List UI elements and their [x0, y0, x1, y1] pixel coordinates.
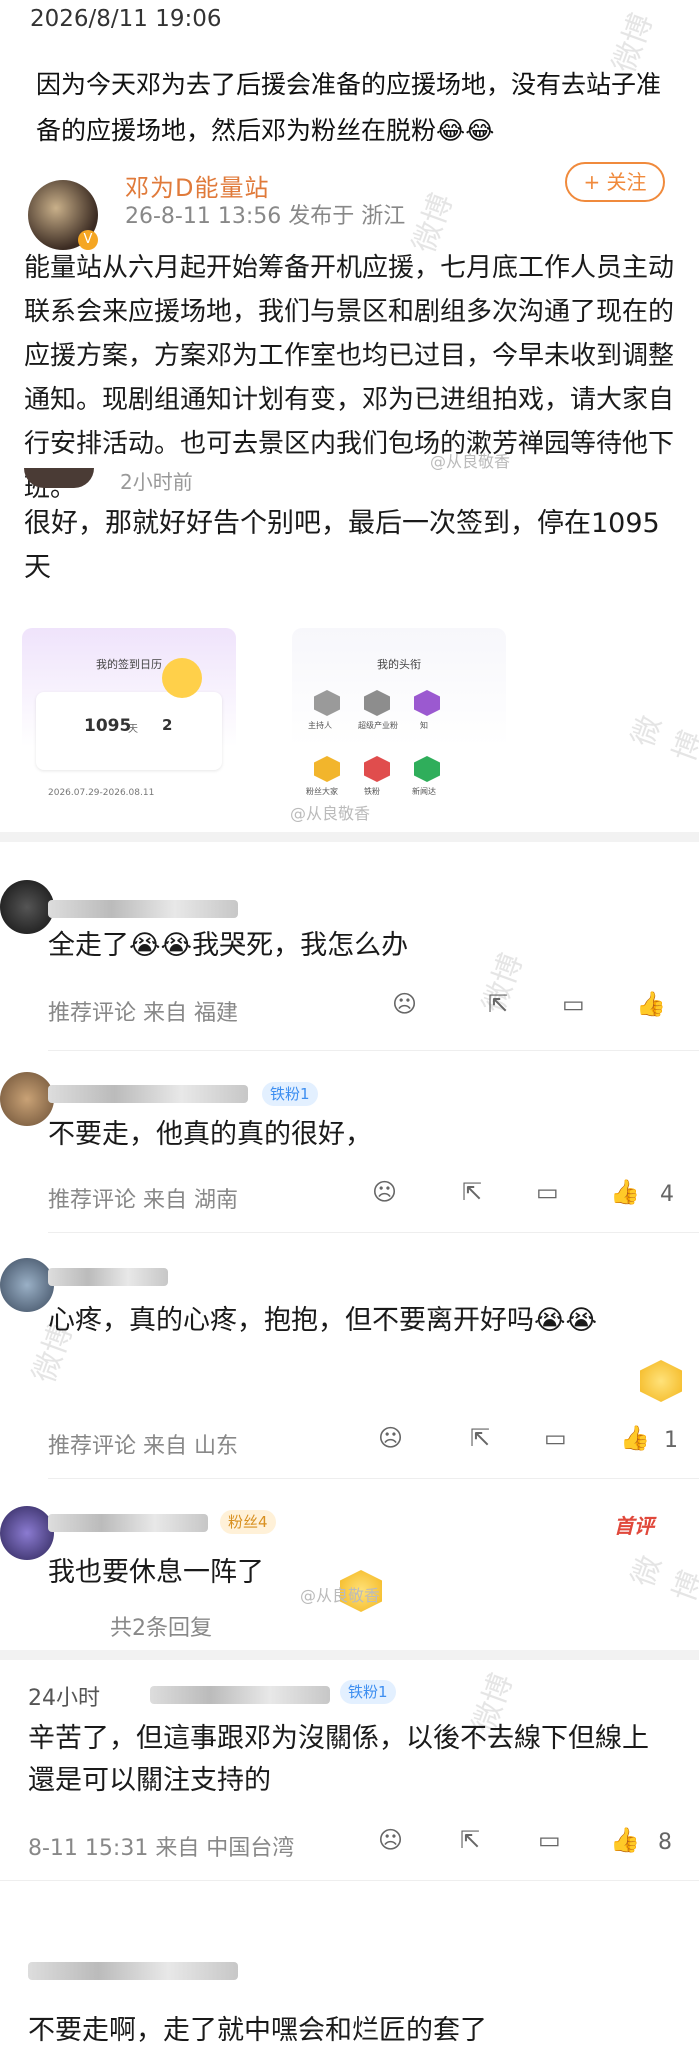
like-count: 8 — [658, 1830, 672, 1855]
title-badges-screenshot[interactable]: 我的头衔 主持人 超级产业粉 知 粉丝大家 铁粉 新闻达 — [292, 628, 506, 826]
repost-avatar[interactable] — [24, 468, 94, 488]
comment-meta: 推荐评论 来自 福建 — [48, 1001, 238, 1026]
share-icon[interactable]: ⇱ — [470, 1424, 490, 1452]
top-comment-tag: 首评 — [614, 1514, 654, 1538]
fan-badge: 铁粉1 — [340, 1680, 396, 1704]
fan-badge: 粉丝4 — [220, 1510, 276, 1534]
badges-title: 我的头衔 — [377, 658, 421, 671]
share-icon[interactable]: ⇱ — [488, 990, 508, 1018]
section-divider — [0, 832, 699, 842]
post-meta: 26-8-11 13:56 发布于 浙江 — [125, 204, 406, 229]
badge-gold-icon — [314, 756, 340, 782]
badge-red-icon — [364, 756, 390, 782]
dislike-icon[interactable]: ☹ — [378, 1424, 403, 1452]
watermark-handle: @从良敬香 — [300, 1586, 381, 1605]
like-icon[interactable]: 👍 — [610, 1826, 640, 1854]
comment-avatar[interactable] — [0, 880, 54, 934]
comment-text: 辛苦了，但這事跟邓为沒關係，以後不去線下但線上還是可以關注支持的 — [28, 1723, 649, 1796]
watermark-handle: @从良敬香 — [290, 804, 371, 823]
emoji-sticker-icon — [162, 658, 202, 698]
like-icon[interactable]: 👍 — [610, 1178, 640, 1206]
like-icon[interactable]: 👍 — [636, 990, 666, 1018]
medal-icon — [640, 1360, 682, 1402]
comment-icon[interactable]: ▭ — [536, 1178, 559, 1206]
repost-body: 很好，那就好好告个别吧，最后一次签到，停在1095天 — [24, 508, 660, 583]
badge-green-icon — [414, 756, 440, 782]
dislike-icon[interactable]: ☹ — [372, 1178, 397, 1206]
like-count: 4 — [660, 1182, 674, 1207]
comment-divider — [48, 1478, 699, 1479]
signin-sub: 2 — [162, 716, 173, 734]
repost-time: 2小时前 — [120, 470, 193, 494]
badge-label-0: 主持人 — [308, 721, 332, 730]
fan-badge: 铁粉1 — [262, 1082, 318, 1106]
share-icon[interactable]: ⇱ — [462, 1178, 482, 1206]
dislike-icon[interactable]: ☹ — [392, 990, 417, 1018]
comment-username-blurred — [48, 1268, 168, 1286]
dislike-icon[interactable]: ☹ — [378, 1826, 403, 1854]
calendar-range: 2026.07.29-2026.08.11 — [48, 788, 155, 798]
timestamp: 2026/8/11 19:06 — [30, 6, 222, 32]
comment-text: 不要走，他真的真的很好， — [48, 1119, 372, 1150]
badge-know-icon — [414, 690, 440, 716]
badge-label-5: 新闻达 — [412, 787, 436, 796]
comment-username-blurred — [48, 1514, 208, 1532]
reply-count[interactable]: 共2条回复 — [110, 1610, 212, 1642]
badge-label-2: 知 — [420, 721, 428, 730]
badge-label-3: 粉丝大家 — [306, 787, 338, 796]
share-icon[interactable]: ⇱ — [460, 1826, 480, 1854]
comment-username[interactable]: 24小时 — [28, 1680, 100, 1712]
watermark-weibo: 微博 — [625, 711, 699, 767]
comment-username-blurred — [48, 900, 238, 918]
watermark-handle: @从良敬香 — [430, 452, 511, 471]
comment-meta: 推荐评论 来自 山东 — [48, 1434, 238, 1459]
like-count: 1 — [664, 1428, 678, 1453]
badge-label-4: 铁粉 — [364, 787, 380, 796]
comment-username-blurred — [48, 1085, 248, 1103]
comment-icon[interactable]: ▭ — [538, 1826, 561, 1854]
follow-button[interactable]: + 关注 — [565, 162, 665, 202]
section-divider — [0, 1650, 699, 1660]
like-icon[interactable]: 👍 — [620, 1424, 650, 1452]
comment-text: 我也要休息一阵了 — [48, 1557, 264, 1588]
comment-text: 全走了😭😭我哭死，我怎么办 — [48, 930, 409, 961]
comment-text: 不要走啊，走了就中嘿会和烂匠的套了 — [28, 2015, 487, 2046]
badge-fan-icon — [364, 690, 390, 716]
comment-avatar[interactable] — [0, 1506, 54, 1560]
comment-icon[interactable]: ▭ — [544, 1424, 567, 1452]
intro-text: 因为今天邓为去了后援会准备的应援场地，没有去站子准备的应援场地，然后邓为粉丝在脱… — [36, 70, 662, 145]
comment-text: 心疼，真的心疼，抱抱，但不要离开好吗😭😭 — [48, 1305, 598, 1336]
comment-username-blurred — [28, 1962, 238, 1980]
badge-host-icon — [314, 690, 340, 716]
comment-divider — [48, 1232, 699, 1233]
badge-label-1: 超级产业粉 — [358, 721, 398, 730]
comment-icon[interactable]: ▭ — [562, 990, 585, 1018]
comment-divider — [0, 1880, 699, 1881]
signin-days: 1095 — [84, 716, 132, 736]
comment-divider — [48, 1050, 699, 1051]
comment-username-blurred — [150, 1686, 330, 1704]
calendar-title: 我的签到日历 — [96, 658, 162, 671]
signin-days-unit: 天 — [128, 724, 138, 735]
comment-meta: 推荐评论 来自 湖南 — [48, 1188, 238, 1213]
comment-avatar[interactable] — [0, 1072, 54, 1126]
comment-avatar[interactable] — [0, 1258, 54, 1312]
comment-meta: 8-11 15:31 来自 中国台湾 — [28, 1836, 295, 1861]
signin-calendar-screenshot[interactable]: 我的签到日历 1095 天 2 2026.07.29-2026.08.11 — [22, 628, 236, 826]
